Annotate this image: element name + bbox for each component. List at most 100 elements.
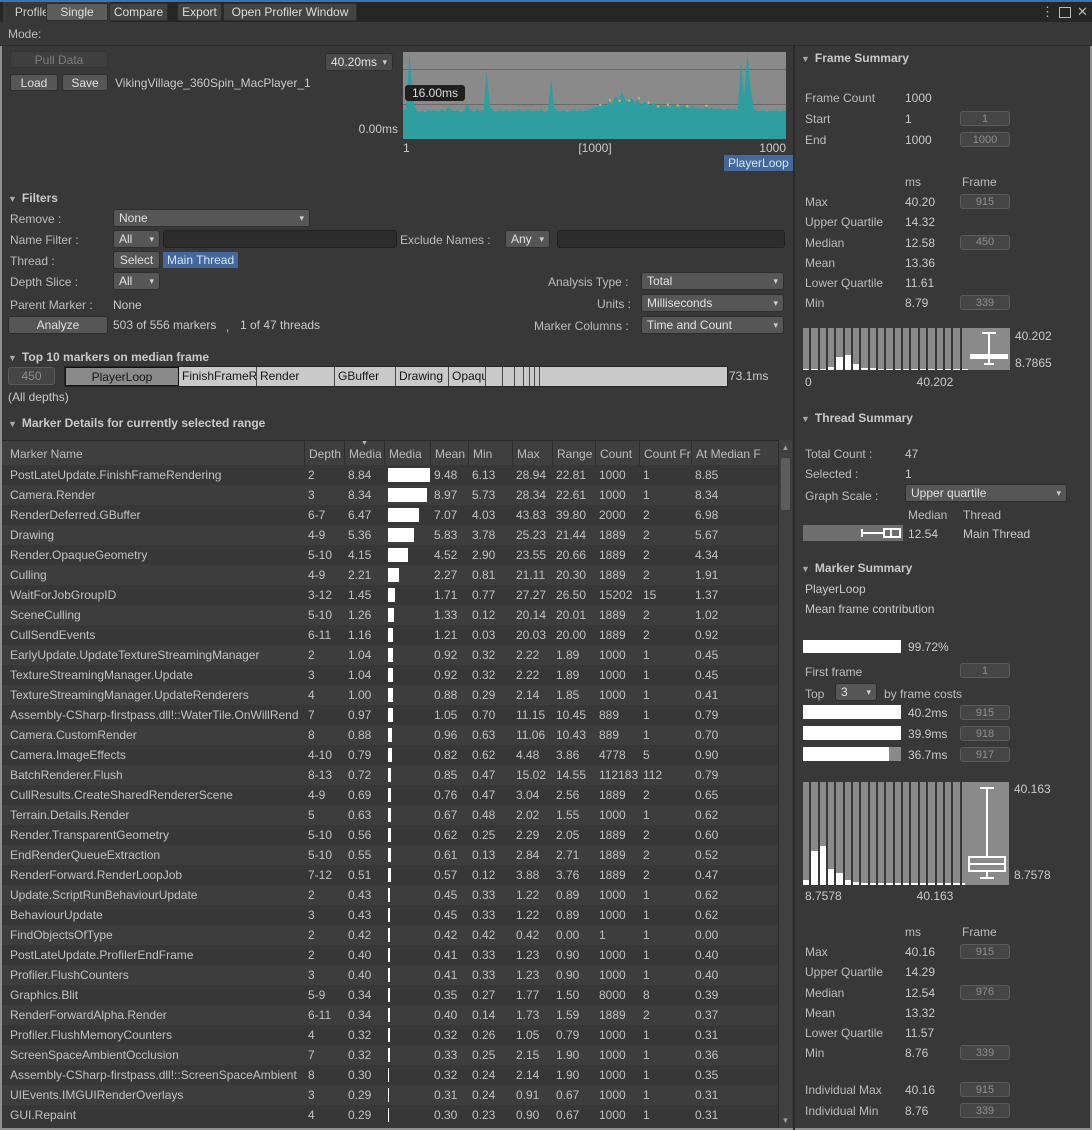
column-header-media[interactable]: Media [384, 441, 430, 465]
goto-frame-button[interactable]: 1000 [960, 132, 1010, 147]
table-row[interactable]: RenderDeferred.GBuffer6-76.477.074.0343.… [2, 505, 778, 525]
table-row[interactable]: UIEvents.IMGUIRenderOverlays30.290.310.2… [2, 1085, 778, 1105]
exclude-mode-dropdown[interactable]: Any▾ [505, 230, 550, 248]
graph-scale-dropdown[interactable]: Upper quartile▾ [905, 484, 1067, 502]
goto-frame-button[interactable]: 918 [960, 726, 1010, 741]
table-row[interactable]: ScreenSpaceAmbientOcclusion70.320.330.25… [2, 1045, 778, 1065]
range-dropdown[interactable]: 40.20ms▾ [325, 53, 393, 71]
depth-slice-dropdown[interactable]: All▾ [113, 272, 160, 290]
top10-frame-button[interactable]: 450 [8, 367, 55, 385]
goto-frame-button[interactable]: 917 [960, 747, 1010, 762]
mode-button-compare[interactable]: Compare [109, 3, 168, 21]
top10-segment-finishframerendering[interactable]: FinishFrameRendering [179, 367, 257, 386]
name-filter-mode-dropdown[interactable]: All▾ [113, 230, 160, 248]
table-row[interactable]: Assembly-CSharp-firstpass.dll!::WaterTil… [2, 705, 778, 725]
column-header-range[interactable]: Range [552, 441, 595, 465]
column-header-marker-name[interactable]: Marker Name [2, 441, 304, 465]
marker-table-header[interactable]: Marker NameDepthMedia▼MediaMeanMinMaxRan… [2, 440, 778, 466]
top10-segment[interactable] [503, 367, 515, 386]
table-row[interactable]: CullSendEvents6-111.161.210.0320.0320.00… [2, 625, 778, 645]
scrollbar-up-icon[interactable]: ▲ [779, 443, 792, 452]
name-filter-input[interactable] [163, 230, 397, 248]
timeline-selected-marker[interactable]: PlayerLoop [724, 155, 793, 171]
top10-segment-gbuffer[interactable]: GBuffer [335, 367, 396, 386]
top10-segment-render[interactable]: Render [257, 367, 335, 386]
thread-summary-header[interactable]: ▼Thread Summary [801, 411, 913, 425]
column-header-media[interactable]: Media▼ [344, 441, 384, 465]
table-row[interactable]: Camera.Render38.348.975.7328.3422.611000… [2, 485, 778, 505]
table-row[interactable]: RenderForward.RenderLoopJob7-120.510.570… [2, 865, 778, 885]
top10-segment-opaque[interactable]: Opaque [449, 367, 486, 386]
pull-data-button[interactable]: Pull Data [10, 51, 108, 68]
column-header-max[interactable]: Max [512, 441, 552, 465]
goto-frame-button[interactable]: 915 [960, 705, 1010, 720]
table-row[interactable]: FindObjectsOfType20.420.420.420.420.0011… [2, 925, 778, 945]
table-row[interactable]: Graphics.Blit5-90.340.350.271.771.508000… [2, 985, 778, 1005]
first-frame-button[interactable]: 1 [960, 663, 1010, 678]
goto-frame-button[interactable]: 339 [960, 1103, 1010, 1118]
goto-frame-button[interactable]: 976 [960, 985, 1010, 1000]
table-row[interactable]: Drawing4-95.365.833.7825.2321.44188925.6… [2, 525, 778, 545]
mode-button-single[interactable]: Single [46, 3, 108, 21]
thread-select-button[interactable]: Select [113, 251, 160, 269]
analysis-type-dropdown[interactable]: Total▾ [641, 272, 784, 290]
goto-frame-button[interactable]: 339 [960, 295, 1010, 310]
column-header-mean[interactable]: Mean [430, 441, 468, 465]
goto-frame-button[interactable]: 450 [960, 235, 1010, 250]
table-row[interactable]: Render.OpaqueGeometry5-104.154.522.9023.… [2, 545, 778, 565]
table-row[interactable]: Assembly-CSharp-firstpass.dll!::ScreenSp… [2, 1065, 778, 1085]
maximize-icon[interactable] [1059, 7, 1071, 18]
table-row[interactable]: EndRenderQueueExtraction5-100.550.610.13… [2, 845, 778, 865]
marker-table-body[interactable]: PostLateUpdate.FinishFrameRendering28.84… [2, 465, 778, 1125]
table-row[interactable]: Render.TransparentGeometry5-100.560.620.… [2, 825, 778, 845]
table-row[interactable]: GUI.Repaint40.290.300.230.900.67100010.3… [2, 1105, 778, 1125]
table-row[interactable]: WaitForJobGroupID3-121.451.710.7727.2726… [2, 585, 778, 605]
table-row[interactable]: TextureStreamingManager.Update31.040.920… [2, 665, 778, 685]
top10-bar[interactable]: PlayerLoopFinishFrameRenderingRenderGBuf… [64, 366, 728, 387]
goto-frame-button[interactable]: 915 [960, 194, 1010, 209]
table-row[interactable]: TextureStreamingManager.UpdateRenderers4… [2, 685, 778, 705]
column-header-depth[interactable]: Depth [304, 441, 344, 465]
table-row[interactable]: BatchRenderer.Flush8-130.720.850.4715.02… [2, 765, 778, 785]
column-header-min[interactable]: Min [468, 441, 512, 465]
column-header-count-fra[interactable]: Count Fra [639, 441, 691, 465]
table-row[interactable]: Update.ScriptRunBehaviourUpdate20.430.45… [2, 885, 778, 905]
top10-segment[interactable] [486, 367, 503, 386]
marker-table-scrollbar[interactable]: ▲ ▼ [778, 440, 792, 1128]
remove-dropdown[interactable]: None▾ [113, 209, 310, 227]
table-row[interactable]: PostLateUpdate.FinishFrameRendering28.84… [2, 465, 778, 485]
table-row[interactable]: CullResults.CreateSharedRendererScene4-9… [2, 785, 778, 805]
kebab-menu-icon[interactable]: ⋮ [1041, 5, 1054, 19]
table-row[interactable]: BehaviourUpdate30.430.450.331.220.891000… [2, 905, 778, 925]
table-row[interactable]: Profiler.FlushCounters30.400.410.331.230… [2, 965, 778, 985]
top10-segment[interactable] [515, 367, 524, 386]
table-row[interactable]: EarlyUpdate.UpdateTextureStreamingManage… [2, 645, 778, 665]
top10-segment-playerloop[interactable]: PlayerLoop [65, 367, 179, 386]
top10-segment[interactable] [540, 367, 727, 386]
thread-name[interactable]: Main Thread [963, 527, 1030, 541]
marker-details-header[interactable]: ▼Marker Details for currently selected r… [8, 416, 265, 430]
units-dropdown[interactable]: Milliseconds▾ [641, 294, 784, 312]
scrollbar-down-icon[interactable]: ▼ [779, 1116, 792, 1125]
filters-header[interactable]: ▼Filters [8, 191, 58, 205]
table-row[interactable]: SceneCulling5-101.261.330.1220.1420.0118… [2, 605, 778, 625]
top-n-dropdown[interactable]: 3▾ [835, 683, 877, 701]
table-row[interactable]: RenderForwardAlpha.Render6-110.340.400.1… [2, 1005, 778, 1025]
table-row[interactable]: Terrain.Details.Render50.630.670.482.021… [2, 805, 778, 825]
open-profiler-window-button[interactable]: Open Profiler Window [223, 3, 357, 21]
goto-frame-button[interactable]: 339 [960, 1045, 1010, 1060]
table-row[interactable]: Camera.CustomRender80.880.960.6311.0610.… [2, 725, 778, 745]
column-header-at-median-f[interactable]: At Median F [691, 441, 780, 465]
marker-summary-header[interactable]: ▼Marker Summary [801, 561, 912, 575]
goto-frame-button[interactable]: 915 [960, 1082, 1010, 1097]
frame-summary-header[interactable]: ▼Frame Summary [801, 51, 909, 65]
table-row[interactable]: PostLateUpdate.ProfilerEndFrame20.400.41… [2, 945, 778, 965]
close-icon[interactable]: ✕ [1077, 5, 1088, 19]
table-row[interactable]: Camera.ImageEffects4-100.790.820.624.483… [2, 745, 778, 765]
scrollbar-thumb[interactable] [781, 458, 790, 510]
table-row[interactable]: Profiler.FlushMemoryCounters40.320.320.2… [2, 1025, 778, 1045]
load-button[interactable]: Load [10, 74, 58, 91]
goto-frame-button[interactable]: 915 [960, 944, 1010, 959]
top10-segment-drawing[interactable]: Drawing [396, 367, 449, 386]
marker-columns-dropdown[interactable]: Time and Count▾ [641, 316, 784, 334]
